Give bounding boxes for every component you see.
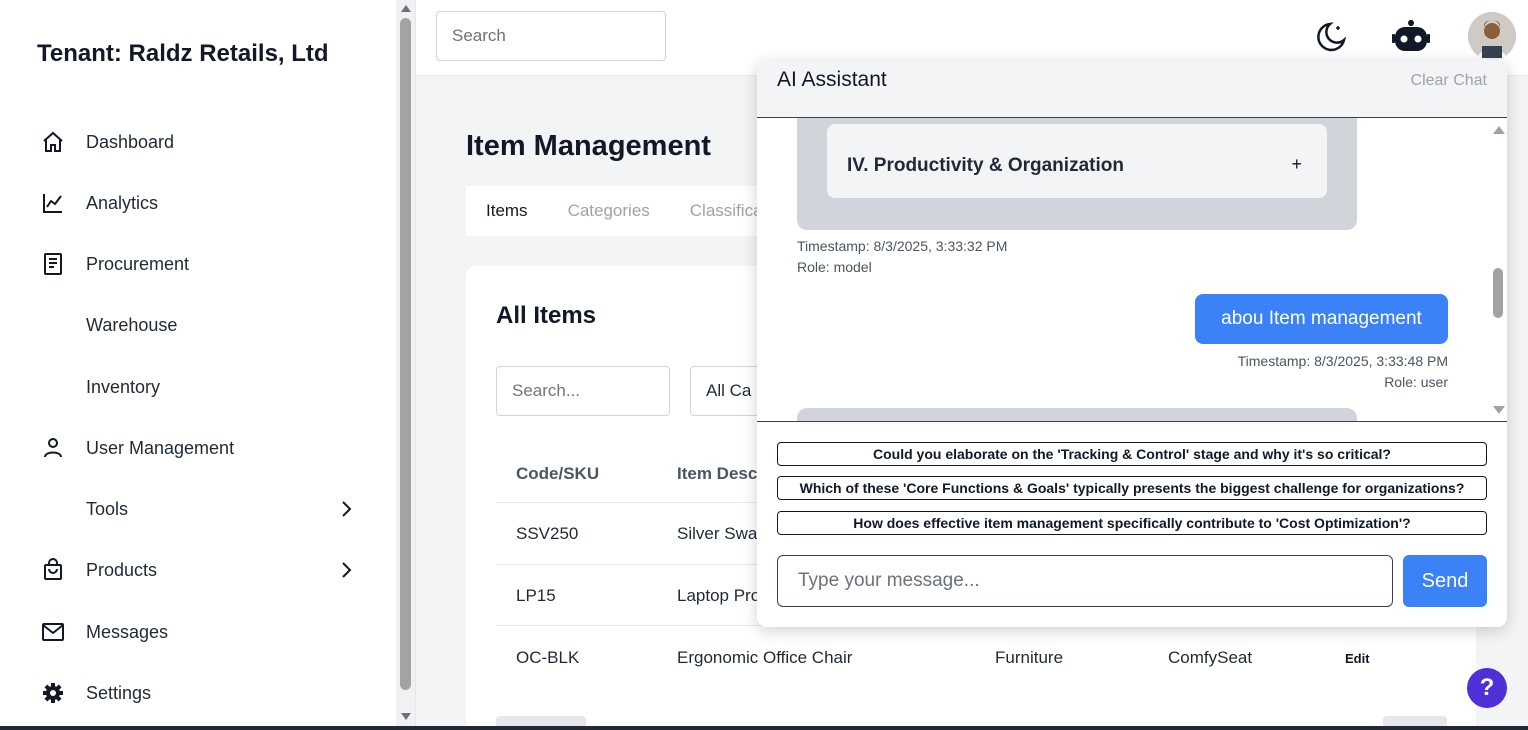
sidebar-item-label: Messages — [86, 621, 169, 642]
chart-line-icon — [40, 190, 66, 216]
cell-brand: ComfySeat — [1168, 648, 1253, 667]
chat-messages[interactable]: IV. Productivity & Organization + Timest… — [757, 118, 1507, 422]
scroll-down-arrow[interactable] — [1493, 406, 1505, 414]
chevron-right-icon — [340, 561, 352, 584]
user-message-bubble: abou Item management — [1195, 294, 1448, 344]
sidebar-item-warehouse[interactable]: Warehouse — [40, 305, 360, 345]
sidebar-item-label: Products — [86, 559, 158, 580]
scroll-up-arrow[interactable] — [1493, 126, 1505, 134]
send-button[interactable]: Send — [1403, 555, 1487, 607]
ai-header: AI Assistant Clear Chat — [757, 60, 1507, 118]
sidebar-item-analytics[interactable]: Analytics — [40, 183, 360, 223]
accordion-title: IV. Productivity & Organization — [847, 155, 1124, 176]
message-role: Role: user — [1384, 374, 1448, 390]
sidebar-item-label: Analytics — [86, 192, 159, 213]
sidebar-item-label: Procurement — [86, 253, 190, 274]
sidebar-item-settings[interactable]: Settings — [40, 673, 360, 713]
column-header-code[interactable]: Code/SKU — [516, 464, 599, 484]
sidebar-item-products[interactable]: Products — [40, 550, 360, 590]
sidebar-item-label: Inventory — [86, 376, 161, 397]
tab-bar: Items Categories Classifica — [466, 186, 786, 236]
sidebar-item-inventory[interactable]: Inventory — [40, 367, 360, 407]
tab-items[interactable]: Items — [466, 201, 548, 221]
cell-code: OC-BLK — [516, 648, 580, 667]
sidebar-item-tools[interactable]: Tools — [40, 489, 360, 529]
document-icon — [40, 251, 66, 277]
robot-icon[interactable] — [1389, 14, 1433, 60]
suggestion-button[interactable]: Which of these 'Core Functions & Goals' … — [777, 476, 1487, 500]
help-button[interactable]: ? — [1467, 668, 1507, 708]
sidebar: Tenant: Raldz Retails, Ltd Dashboard Ana… — [0, 0, 396, 730]
home-icon — [40, 129, 66, 155]
mail-icon — [40, 619, 66, 645]
divider — [757, 421, 1507, 422]
items-search-input[interactable] — [496, 366, 670, 416]
cell-category: Furniture — [995, 648, 1064, 667]
message-timestamp: Timestamp: 8/3/2025, 3:33:32 PM — [797, 238, 1008, 254]
page-title: Item Management — [466, 130, 711, 162]
scrollbar-thumb[interactable] — [1493, 268, 1503, 318]
sidebar-scrollbar[interactable] — [396, 0, 416, 730]
ai-assistant-panel: AI Assistant Clear Chat IV. Productivity… — [757, 60, 1507, 627]
shopping-bag-icon — [40, 557, 66, 583]
sidebar-item-dashboard[interactable]: Dashboard — [40, 122, 360, 162]
sidebar-item-label: Dashboard — [86, 131, 175, 152]
window-bottom-edge — [0, 726, 1528, 730]
suggestion-button[interactable]: How does effective item management speci… — [777, 511, 1487, 535]
suggestion-button[interactable]: Could you elaborate on the 'Tracking & C… — [777, 442, 1487, 466]
ai-title: AI Assistant — [777, 68, 887, 91]
cell-code: LP15 — [516, 586, 556, 605]
chat-scrollbar[interactable] — [1487, 118, 1507, 422]
cell-code: SSV250 — [516, 524, 579, 543]
sidebar-item-procurement[interactable]: Procurement — [40, 244, 360, 284]
sidebar-item-label: Tools — [86, 498, 129, 519]
tab-categories[interactable]: Categories — [548, 201, 670, 221]
message-role: Role: model — [797, 259, 872, 275]
expand-icon[interactable]: + — [1291, 154, 1302, 175]
card-title: All Items — [496, 302, 597, 329]
gear-icon — [40, 680, 66, 706]
sidebar-item-label: Warehouse — [86, 314, 178, 335]
sidebar-item-messages[interactable]: Messages — [40, 612, 360, 652]
sidebar-item-label: User Management — [86, 437, 235, 458]
accordion-section[interactable]: IV. Productivity & Organization + — [827, 124, 1327, 198]
cell-description: Ergonomic Office Chair — [677, 648, 853, 667]
scrollbar-thumb[interactable] — [400, 18, 411, 690]
scroll-up-arrow[interactable] — [401, 5, 411, 12]
search-input[interactable] — [436, 11, 666, 61]
chevron-right-icon — [340, 500, 352, 523]
sidebar-item-label: Settings — [86, 682, 152, 703]
message-timestamp: Timestamp: 8/3/2025, 3:33:48 PM — [1237, 353, 1448, 369]
moon-icon[interactable] — [1309, 14, 1353, 60]
cell-description: Silver Swar — [677, 524, 763, 543]
user-icon — [40, 435, 66, 461]
edit-button[interactable]: Edit — [1345, 651, 1370, 666]
scroll-down-arrow[interactable] — [401, 713, 411, 720]
model-message-bubble — [797, 408, 1357, 422]
sidebar-item-user-management[interactable]: User Management — [40, 428, 360, 468]
tenant-name: Tenant: Raldz Retails, Ltd — [37, 40, 329, 67]
clear-chat-button[interactable]: Clear Chat — [1411, 72, 1487, 90]
column-header-description[interactable]: Item Desc — [677, 464, 757, 484]
model-message-bubble: IV. Productivity & Organization + — [797, 118, 1357, 230]
message-input[interactable] — [777, 555, 1393, 607]
cell-description: Laptop Pro — [677, 586, 761, 605]
avatar[interactable] — [1468, 12, 1516, 60]
